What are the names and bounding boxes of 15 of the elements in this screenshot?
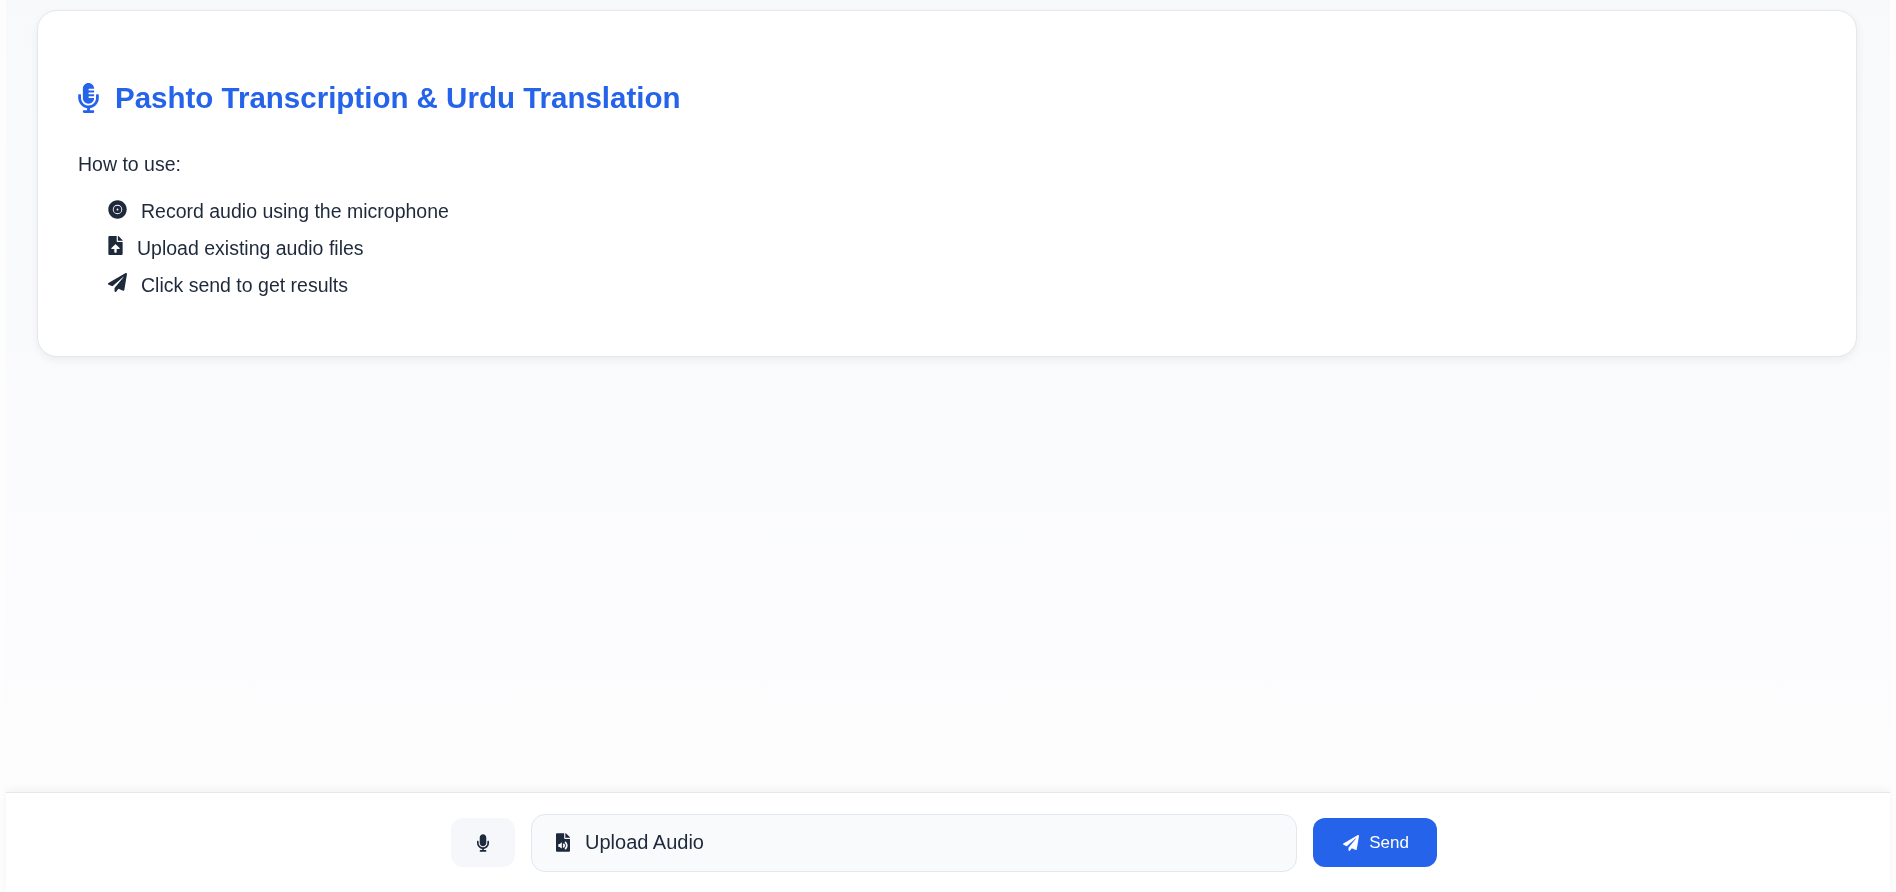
instruction-step: Upload existing audio files [137,235,364,261]
record-button[interactable] [451,818,515,867]
page-title: Pashto Transcription & Urdu Translation [115,80,681,116]
microphone-icon [78,83,99,113]
upload-audio-button[interactable]: Upload Audio [531,813,1297,872]
instruction-step: Click send to get results [141,272,348,298]
microphone-icon [477,833,489,852]
file-upload-icon [108,235,123,255]
send-button[interactable]: Send [1313,818,1437,867]
paper-plane-icon [108,272,127,292]
paper-plane-icon [1343,834,1360,851]
instruction-step: Record audio using the microphone [141,198,449,224]
audio-file-icon [556,833,570,852]
instructions-heading: How to use: [78,152,181,177]
record-icon [108,199,127,219]
